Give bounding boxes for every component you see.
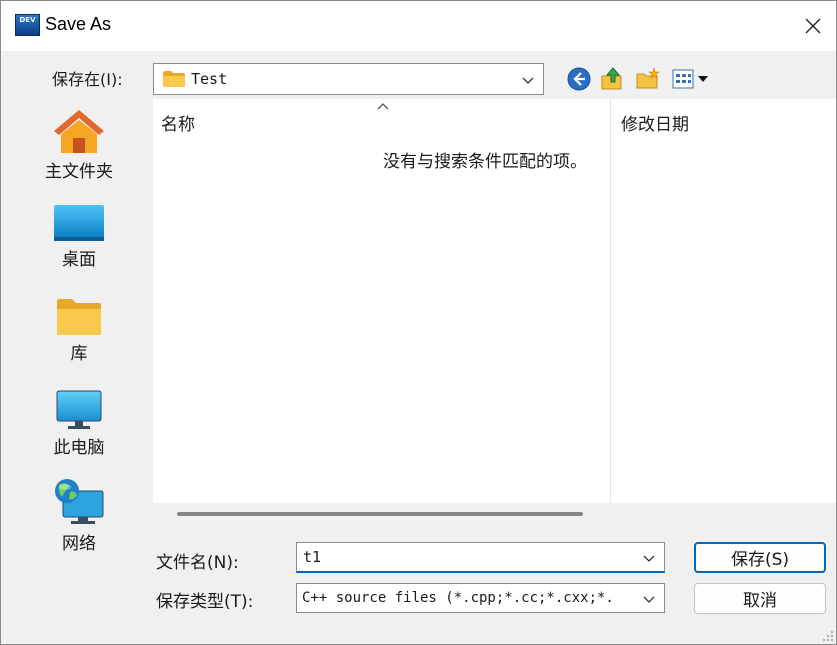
close-button[interactable]: [790, 1, 836, 51]
place-desktop[interactable]: 桌面: [17, 203, 141, 270]
library-folder-icon: [57, 299, 101, 335]
filetype-dropdown[interactable]: C++ source files (*.cpp;*.cc;*.cxx;*.: [296, 583, 665, 613]
back-button[interactable]: [566, 65, 592, 93]
cancel-button[interactable]: 取消: [694, 583, 826, 614]
place-label: 库: [70, 344, 88, 364]
column-header-date-modified[interactable]: 修改日期: [621, 110, 689, 135]
place-label: 桌面: [62, 250, 96, 270]
new-folder-button[interactable]: [635, 65, 661, 93]
chevron-down-icon: [522, 77, 534, 84]
new-folder-icon: [636, 67, 660, 89]
window-title: Save As: [45, 14, 112, 34]
save-as-dialog: DEV Save As 保存在(I): Test 主文件夹 桌面 库 此电脑 网…: [0, 0, 837, 645]
place-library[interactable]: 库: [17, 297, 141, 364]
horizontal-scrollbar-thumb[interactable]: [177, 512, 583, 516]
app-icon-text: DEV: [19, 16, 36, 24]
column-header-name[interactable]: 名称: [161, 110, 195, 135]
place-label: 网络: [62, 534, 96, 554]
column-divider[interactable]: [610, 99, 611, 503]
place-home[interactable]: 主文件夹: [17, 107, 141, 182]
filename-label: 文件名(N):: [156, 553, 239, 573]
title-bar: DEV Save As: [1, 1, 836, 51]
lookin-value: Test: [191, 70, 228, 88]
up-folder-icon: [601, 67, 622, 90]
app-icon: DEV: [15, 14, 40, 36]
lookin-label: 保存在(I):: [52, 70, 123, 89]
computer-icon: [56, 390, 102, 429]
view-menu-button[interactable]: [671, 65, 711, 93]
chevron-down-icon: [643, 596, 655, 603]
save-button[interactable]: 保存(S): [694, 542, 826, 573]
place-computer[interactable]: 此电脑: [17, 389, 141, 458]
file-list[interactable]: 名称 修改日期 没有与搜索条件匹配的项。: [153, 99, 836, 503]
desktop-icon: [54, 205, 104, 241]
filename-input[interactable]: t1: [296, 542, 665, 573]
filetype-label: 保存类型(T):: [156, 592, 254, 612]
filename-value: t1: [303, 548, 322, 566]
place-label: 此电脑: [53, 438, 105, 458]
empty-list-message: 没有与搜索条件匹配的项。: [383, 152, 587, 172]
place-network[interactable]: 网络: [17, 477, 141, 554]
filetype-value: C++ source files (*.cpp;*.cc;*.cxx;*.: [302, 590, 614, 606]
sort-ascending-icon: [377, 103, 389, 110]
close-icon: [805, 18, 821, 34]
places-bar: 主文件夹 桌面 库 此电脑 网络: [1, 99, 153, 637]
chevron-down-icon[interactable]: [641, 550, 657, 566]
up-folder-button[interactable]: [599, 65, 625, 93]
view-menu-icon: [672, 69, 708, 89]
network-icon: [55, 479, 104, 524]
folder-icon: [163, 71, 185, 87]
back-arrow-icon: [567, 67, 591, 91]
resize-grip-icon[interactable]: [822, 630, 834, 642]
lookin-dropdown[interactable]: Test: [153, 63, 544, 95]
home-icon: [54, 110, 104, 153]
place-label: 主文件夹: [45, 162, 113, 182]
